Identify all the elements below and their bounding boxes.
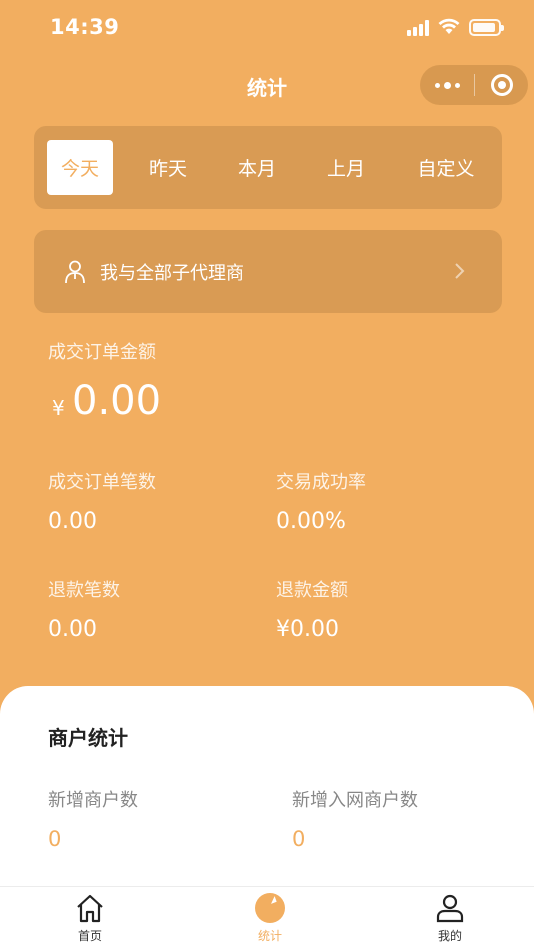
currency-symbol: ¥ xyxy=(52,396,65,420)
bottom-tab-bar: 首页 统计 我的 xyxy=(0,886,534,950)
signal-icon xyxy=(407,20,431,36)
order-count-label: 成交订单笔数 xyxy=(48,472,156,493)
more-dots-icon xyxy=(434,82,440,88)
tab-home[interactable]: 首页 xyxy=(40,887,140,950)
agent-selector[interactable]: 我与全部子代理商 xyxy=(34,230,502,313)
date-range-tabs: 今天 昨天 本月 上月 自定义 xyxy=(34,126,502,209)
person-icon xyxy=(65,260,85,284)
battery-icon xyxy=(469,19,504,36)
tab-profile-label: 我的 xyxy=(437,929,462,943)
order-amount-label: 成交订单金额 xyxy=(48,342,156,363)
refund-amount-label: 退款金额 xyxy=(276,580,348,601)
tab-yesterday[interactable]: 昨天 xyxy=(113,140,223,195)
status-bar: 14:39 xyxy=(0,0,534,58)
tab-stats-label: 统计 xyxy=(257,929,282,943)
new-merchants-label: 新增商户数 xyxy=(48,790,138,811)
order-count-value: 0.00 xyxy=(48,509,97,534)
tab-this-month[interactable]: 本月 xyxy=(223,140,291,195)
merchant-stats-title: 商户统计 xyxy=(48,726,128,750)
home-icon xyxy=(77,894,103,923)
wifi-icon xyxy=(438,18,460,34)
close-mini-program-button[interactable] xyxy=(475,65,528,105)
target-icon xyxy=(490,74,513,96)
tab-last-month[interactable]: 上月 xyxy=(291,140,401,195)
stats-icon xyxy=(255,893,285,923)
tab-stats[interactable]: 统计 xyxy=(220,887,320,950)
success-rate-label: 交易成功率 xyxy=(276,472,366,493)
new-network-merchants-label: 新增入网商户数 xyxy=(292,790,418,811)
tab-custom[interactable]: 自定义 xyxy=(401,140,491,195)
agent-selector-label: 我与全部子代理商 xyxy=(100,263,244,284)
refund-count-value: 0.00 xyxy=(48,617,97,642)
merchant-stats-panel: 商户统计 新增商户数 0 新增入网商户数 0 xyxy=(0,686,534,886)
refund-count-label: 退款笔数 xyxy=(48,580,120,601)
order-amount-value: 0.00 xyxy=(72,378,162,424)
tab-today[interactable]: 今天 xyxy=(47,140,113,195)
more-button[interactable] xyxy=(420,65,474,105)
new-network-merchants-value: 0 xyxy=(292,827,306,851)
new-merchants-value: 0 xyxy=(48,827,62,851)
mini-program-capsule xyxy=(420,65,528,105)
status-time: 14:39 xyxy=(50,15,120,39)
profile-icon xyxy=(436,894,464,923)
chevron-right-icon xyxy=(455,263,465,279)
tab-home-label: 首页 xyxy=(77,929,102,943)
refund-amount-value: ¥0.00 xyxy=(276,617,339,642)
tab-profile[interactable]: 我的 xyxy=(400,887,500,950)
success-rate-value: 0.00% xyxy=(276,509,346,534)
